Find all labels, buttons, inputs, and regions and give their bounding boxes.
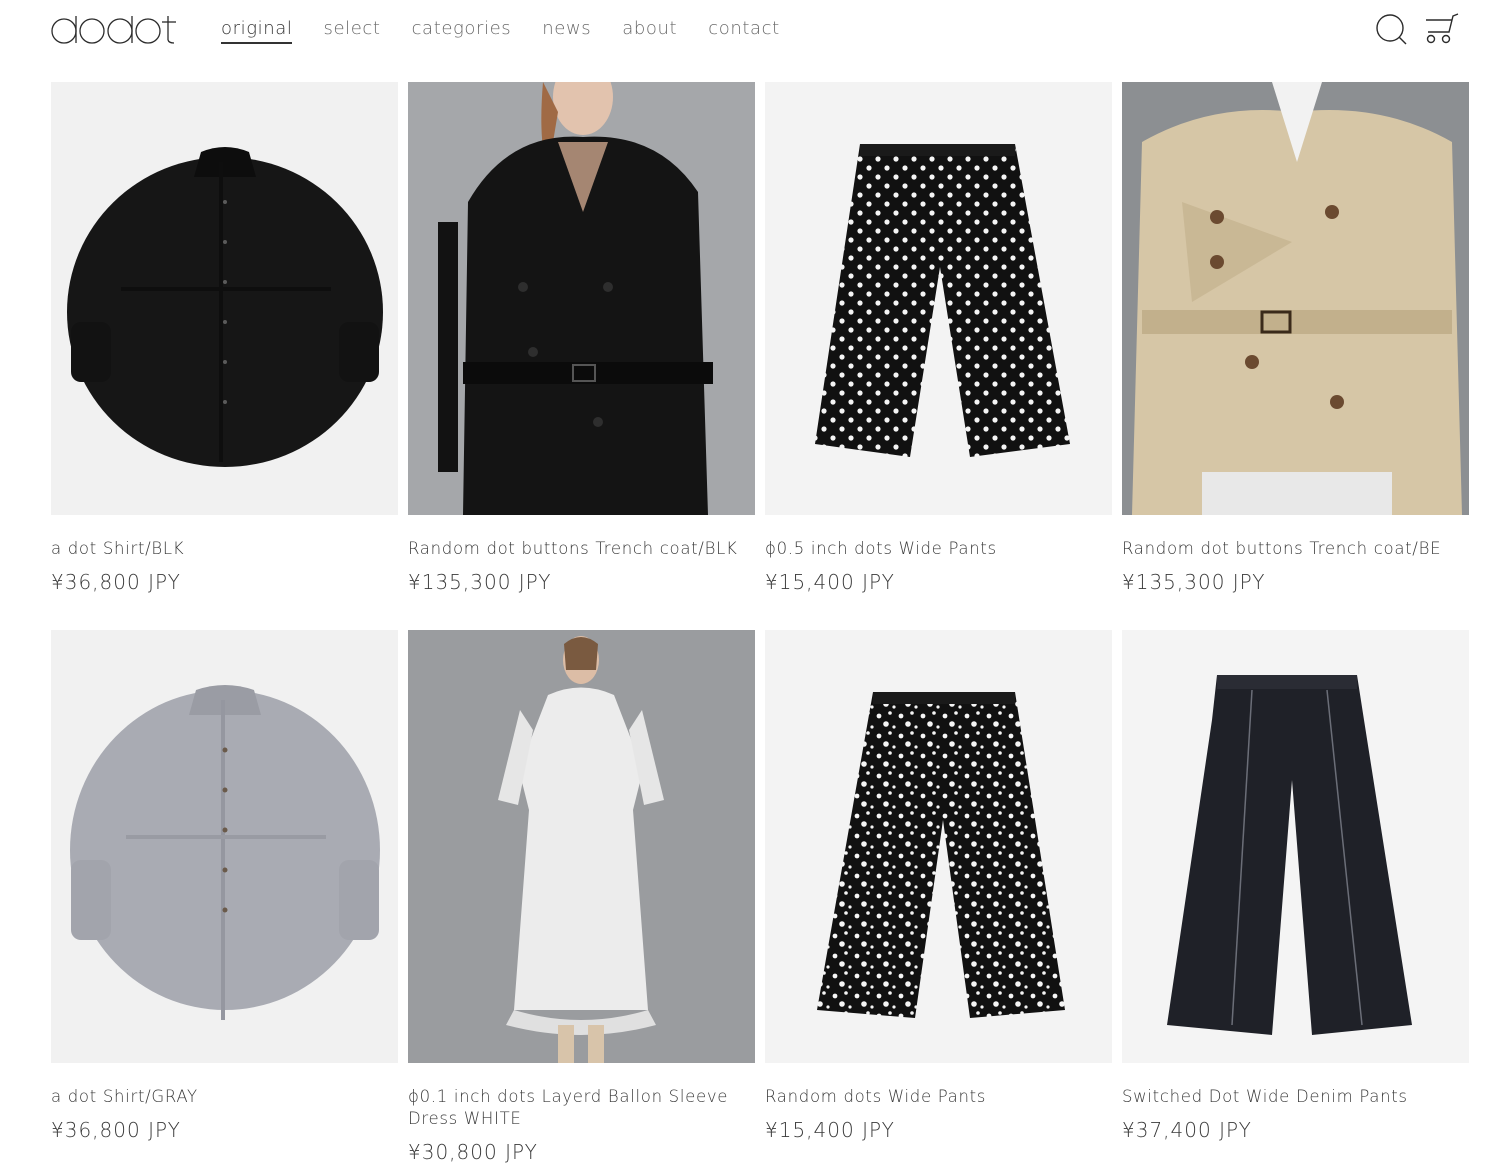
product-price: ¥15,400 JPY [765, 570, 895, 594]
nav-original[interactable]: original [221, 17, 293, 44]
site-header: original select categories news about co… [0, 0, 1500, 60]
cart-icon [1426, 13, 1459, 44]
main-nav: original select categories news about co… [221, 17, 811, 44]
product-title[interactable]: Switched Dot Wide Denim Pants [1122, 1086, 1469, 1108]
product-price: ¥135,300 JPY [408, 570, 552, 594]
product-image[interactable] [765, 630, 1112, 1063]
product-price: ¥30,800 JPY [408, 1140, 538, 1164]
product-card[interactable]: Switched Dot Wide Denim Pants ¥37,400 JP… [1122, 630, 1469, 1142]
product-title[interactable]: Random dot buttons Trench coat/BLK [408, 538, 755, 560]
product-price: ¥15,400 JPY [765, 1118, 895, 1142]
product-card[interactable]: a dot Shirt/BLK ¥36,800 JPY [51, 82, 398, 594]
product-price: ¥37,400 JPY [1122, 1118, 1252, 1142]
product-title[interactable]: Random dots Wide Pants [765, 1086, 1112, 1108]
product-title[interactable]: ϕ0.1 inch dots Layerd Ballon Sleeve Dres… [408, 1086, 755, 1130]
nav-contact[interactable]: contact [708, 17, 780, 44]
product-image[interactable] [765, 82, 1112, 515]
product-card[interactable]: a dot Shirt/GRAY ¥36,800 JPY [51, 630, 398, 1142]
product-title[interactable]: Random dot buttons Trench coat/BE [1122, 538, 1469, 560]
nav-about[interactable]: about [622, 17, 677, 44]
cart-button[interactable] [1422, 12, 1459, 46]
product-image[interactable] [408, 82, 755, 515]
search-icon [1376, 14, 1407, 45]
product-image[interactable] [51, 630, 398, 1063]
product-image[interactable] [51, 82, 398, 515]
product-card[interactable]: Random dots Wide Pants ¥15,400 JPY [765, 630, 1112, 1142]
product-image[interactable] [1122, 82, 1469, 515]
product-price: ¥36,800 JPY [51, 1118, 181, 1142]
product-title[interactable]: a dot Shirt/GRAY [51, 1086, 398, 1108]
product-image[interactable] [408, 630, 755, 1063]
nav-news[interactable]: news [542, 17, 591, 44]
brand-logo[interactable] [50, 12, 184, 46]
product-card[interactable]: ϕ0.5 inch dots Wide Pants ¥15,400 JPY [765, 82, 1112, 594]
product-title[interactable]: ϕ0.5 inch dots Wide Pants [765, 538, 1112, 560]
product-price: ¥135,300 JPY [1122, 570, 1266, 594]
nav-categories[interactable]: categories [412, 17, 512, 44]
product-image[interactable] [1122, 630, 1469, 1063]
nav-select[interactable]: select [323, 17, 380, 44]
product-card[interactable]: Random dot buttons Trench coat/BLK ¥135,… [408, 82, 755, 594]
product-card[interactable]: ϕ0.1 inch dots Layerd Ballon Sleeve Dres… [408, 630, 755, 1164]
search-button[interactable] [1374, 12, 1408, 46]
product-card[interactable]: Random dot buttons Trench coat/BE ¥135,3… [1122, 82, 1469, 594]
product-price: ¥36,800 JPY [51, 570, 181, 594]
product-title[interactable]: a dot Shirt/BLK [51, 538, 398, 560]
